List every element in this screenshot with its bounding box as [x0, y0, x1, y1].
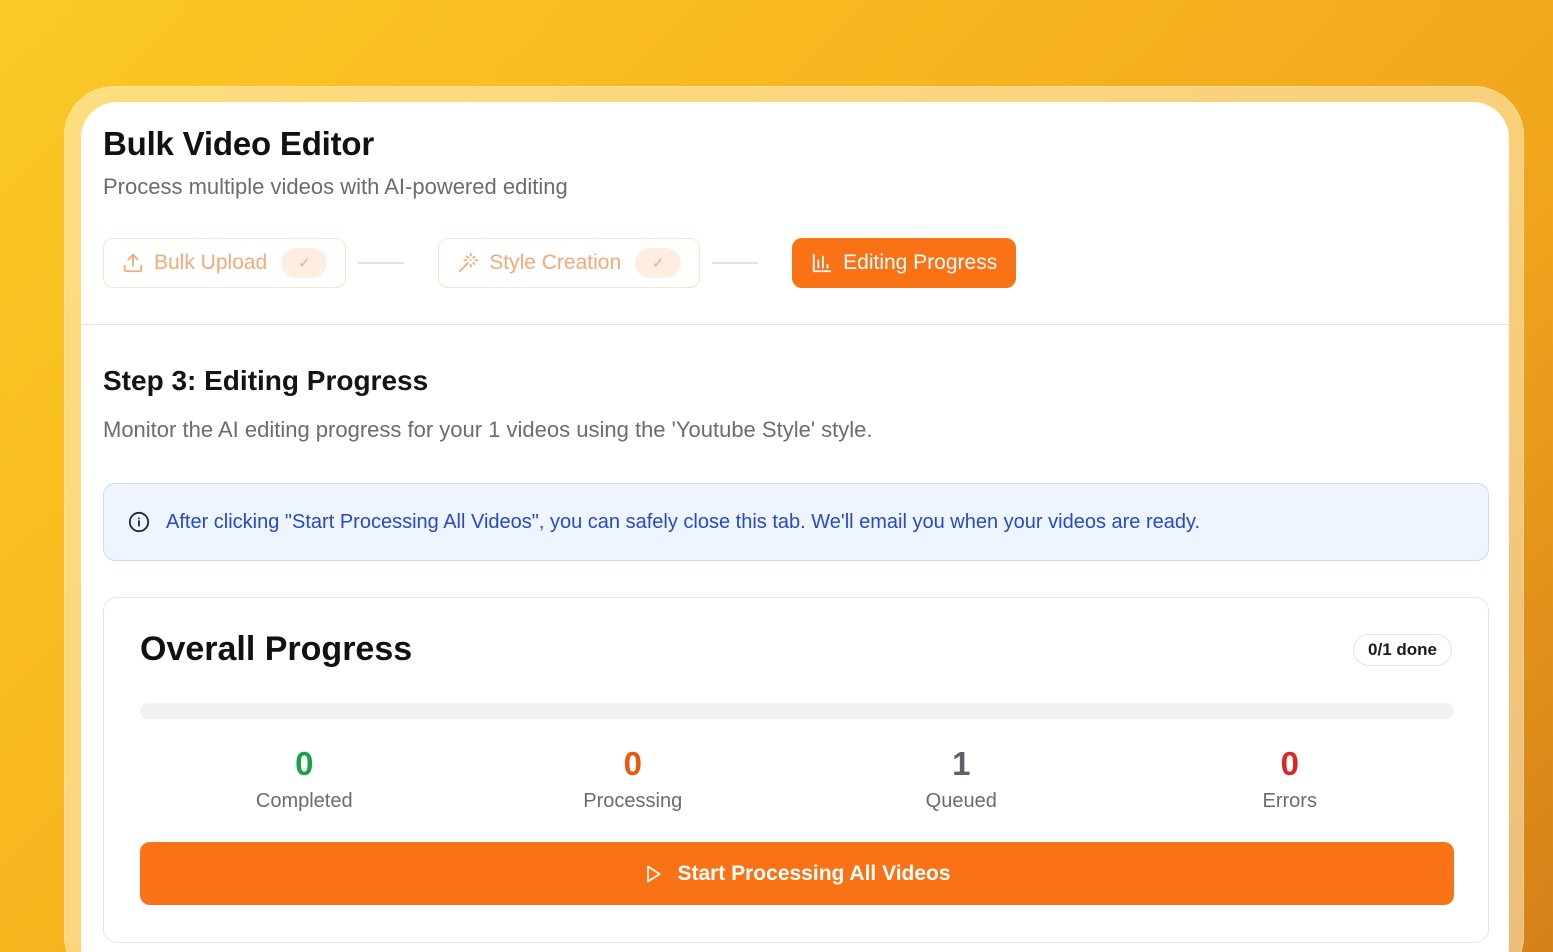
stat-queued: 1 Queued [797, 744, 1126, 813]
check-icon: ✓ [635, 248, 682, 278]
progress-title: Overall Progress [140, 630, 413, 668]
magic-wand-icon [457, 252, 479, 274]
stat-processing: 0 Processing [469, 744, 798, 813]
stat-value: 0 [1280, 745, 1299, 782]
stat-label: Processing [583, 790, 683, 812]
start-processing-button[interactable]: Start Processing All Videos [140, 842, 1454, 905]
done-count-badge: 0/1 done [1353, 634, 1452, 666]
stat-completed: 0 Completed [140, 744, 469, 813]
check-icon: ✓ [281, 248, 328, 278]
start-button-label: Start Processing All Videos [677, 861, 951, 885]
notice-text: After clicking "Start Processing All Vid… [166, 510, 1201, 533]
app-title: Bulk Video Editor [103, 125, 375, 162]
step-style-creation[interactable]: Style Creation ✓ [438, 238, 701, 288]
bar-chart-icon [811, 252, 833, 274]
step-title: Step 3: Editing Progress [103, 365, 429, 396]
main-card: Bulk Video Editor Process multiple video… [81, 102, 1509, 952]
progress-bar [140, 703, 1454, 719]
step-label: Editing Progress [843, 251, 998, 274]
step-connector [712, 262, 759, 264]
step-label: Style Creation [489, 251, 622, 274]
app-subtitle: Process multiple videos with AI-powered … [103, 174, 568, 199]
step-connector [358, 262, 405, 264]
play-icon [643, 864, 663, 884]
overall-progress-card: Overall Progress 0/1 done 0 Completed 0 … [103, 597, 1489, 943]
stat-label: Errors [1262, 790, 1317, 812]
app-header: Bulk Video Editor Process multiple video… [81, 102, 1509, 325]
step-editing-progress[interactable]: Editing Progress [792, 238, 1017, 288]
step-description: Monitor the AI editing progress for your… [103, 417, 873, 442]
step-bulk-upload[interactable]: Bulk Upload ✓ [103, 238, 347, 288]
progress-stats: 0 Completed 0 Processing 1 Queued 0 Erro… [140, 744, 1454, 813]
stat-value: 0 [623, 745, 642, 782]
stat-label: Completed [255, 790, 353, 812]
stat-value: 0 [295, 745, 314, 782]
stat-value: 1 [952, 745, 971, 782]
upload-icon [122, 252, 144, 274]
stepper: Bulk Upload ✓ Style Creation ✓ Editing P… [103, 237, 1017, 289]
step-label: Bulk Upload [154, 251, 268, 274]
stat-errors: 0 Errors [1126, 744, 1455, 813]
stat-label: Queued [925, 790, 997, 812]
info-icon [128, 511, 150, 533]
info-notice: After clicking "Start Processing All Vid… [103, 483, 1489, 561]
